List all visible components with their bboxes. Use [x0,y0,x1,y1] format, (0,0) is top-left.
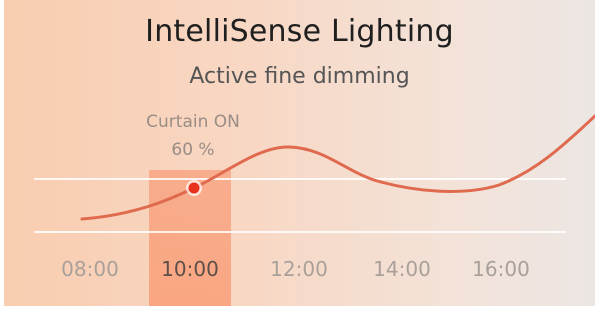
tick-label-1600: 16:00 [472,257,530,281]
tick-label-1200: 12:00 [270,257,328,281]
tick-label-0800: 08:00 [61,257,119,281]
lighting-card: IntelliSense Lighting Active fine dimmin… [4,0,595,306]
curtain-label: Curtain ON [146,112,240,132]
tick-label-1000: 10:00 [161,257,219,281]
curtain-marker-dot [188,182,200,194]
curtain-value: 60 % [171,140,215,160]
tick-label-1400: 14:00 [373,257,431,281]
